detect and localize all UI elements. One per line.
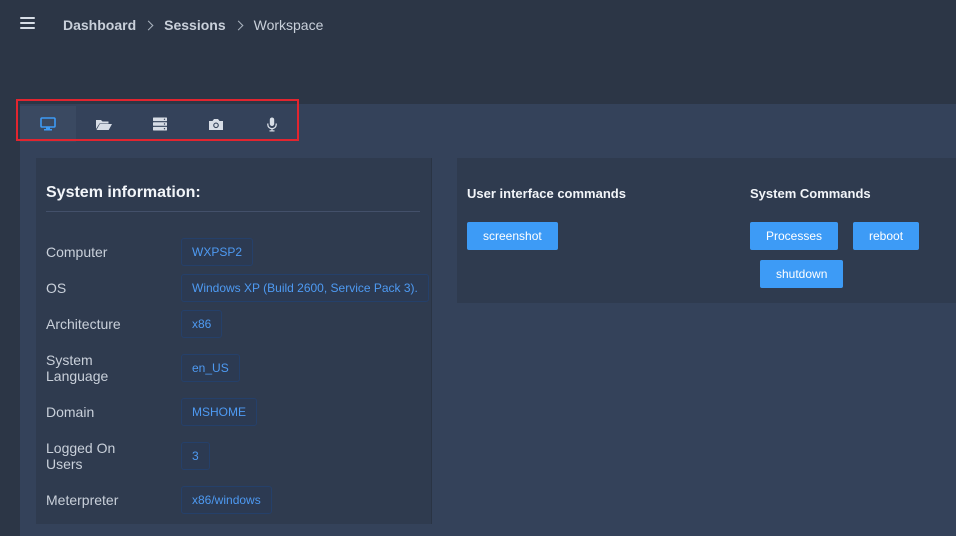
tab-webcam[interactable] (188, 106, 244, 142)
info-label: Meterpreter (46, 492, 119, 508)
monitor-icon (40, 117, 56, 131)
breadcrumb-workspace: Workspace (253, 17, 324, 33)
tab-file-browser[interactable] (76, 106, 132, 142)
info-label: Logged On Users (46, 440, 116, 472)
folder-open-icon (96, 119, 112, 130)
menu-icon[interactable] (18, 15, 36, 31)
tab-processes[interactable] (132, 106, 188, 142)
microphone-icon (267, 117, 277, 131)
server-icon (153, 117, 167, 131)
info-value: MSHOME (181, 398, 257, 426)
info-value: x86/windows (181, 486, 272, 514)
info-label: Computer (46, 244, 108, 260)
workspace-tabs (20, 106, 300, 142)
info-value: Windows XP (Build 2600, Service Pack 3). (181, 274, 429, 302)
info-label: OS (46, 280, 67, 296)
camera-icon (209, 118, 223, 130)
info-label: System Language (46, 352, 109, 384)
system-info-title: System information: (46, 184, 201, 201)
processes-button[interactable]: Processes (750, 222, 839, 250)
ui-commands-title: User interface commands (467, 186, 626, 201)
info-value: x86 (181, 310, 223, 338)
breadcrumb: Dashboard Sessions Workspace (63, 16, 323, 34)
info-value: WXPSP2 (181, 238, 254, 266)
reboot-button[interactable]: reboot (853, 222, 920, 250)
commands-panel: User interface commands screenshot Syste… (457, 158, 956, 303)
info-value: 3 (181, 442, 210, 470)
chevron-right-icon (233, 20, 244, 30)
tab-system-info[interactable] (20, 106, 76, 142)
screenshot-button[interactable]: screenshot (467, 222, 558, 250)
chevron-right-icon (143, 20, 154, 30)
breadcrumb-sessions[interactable]: Sessions (164, 17, 225, 33)
info-label: Domain (46, 404, 95, 420)
top-bar: Dashboard Sessions Workspace (0, 0, 956, 104)
shutdown-button[interactable]: shutdown (760, 260, 844, 288)
info-label: Architecture (46, 316, 121, 332)
system-info-panel: System information: Computer WXPSP2 OS W… (36, 158, 432, 524)
divider (46, 211, 420, 212)
system-commands-title: System Commands (750, 186, 871, 201)
info-value: en_US (181, 354, 240, 382)
tab-microphone[interactable] (244, 106, 300, 142)
breadcrumb-dashboard[interactable]: Dashboard (63, 17, 136, 33)
